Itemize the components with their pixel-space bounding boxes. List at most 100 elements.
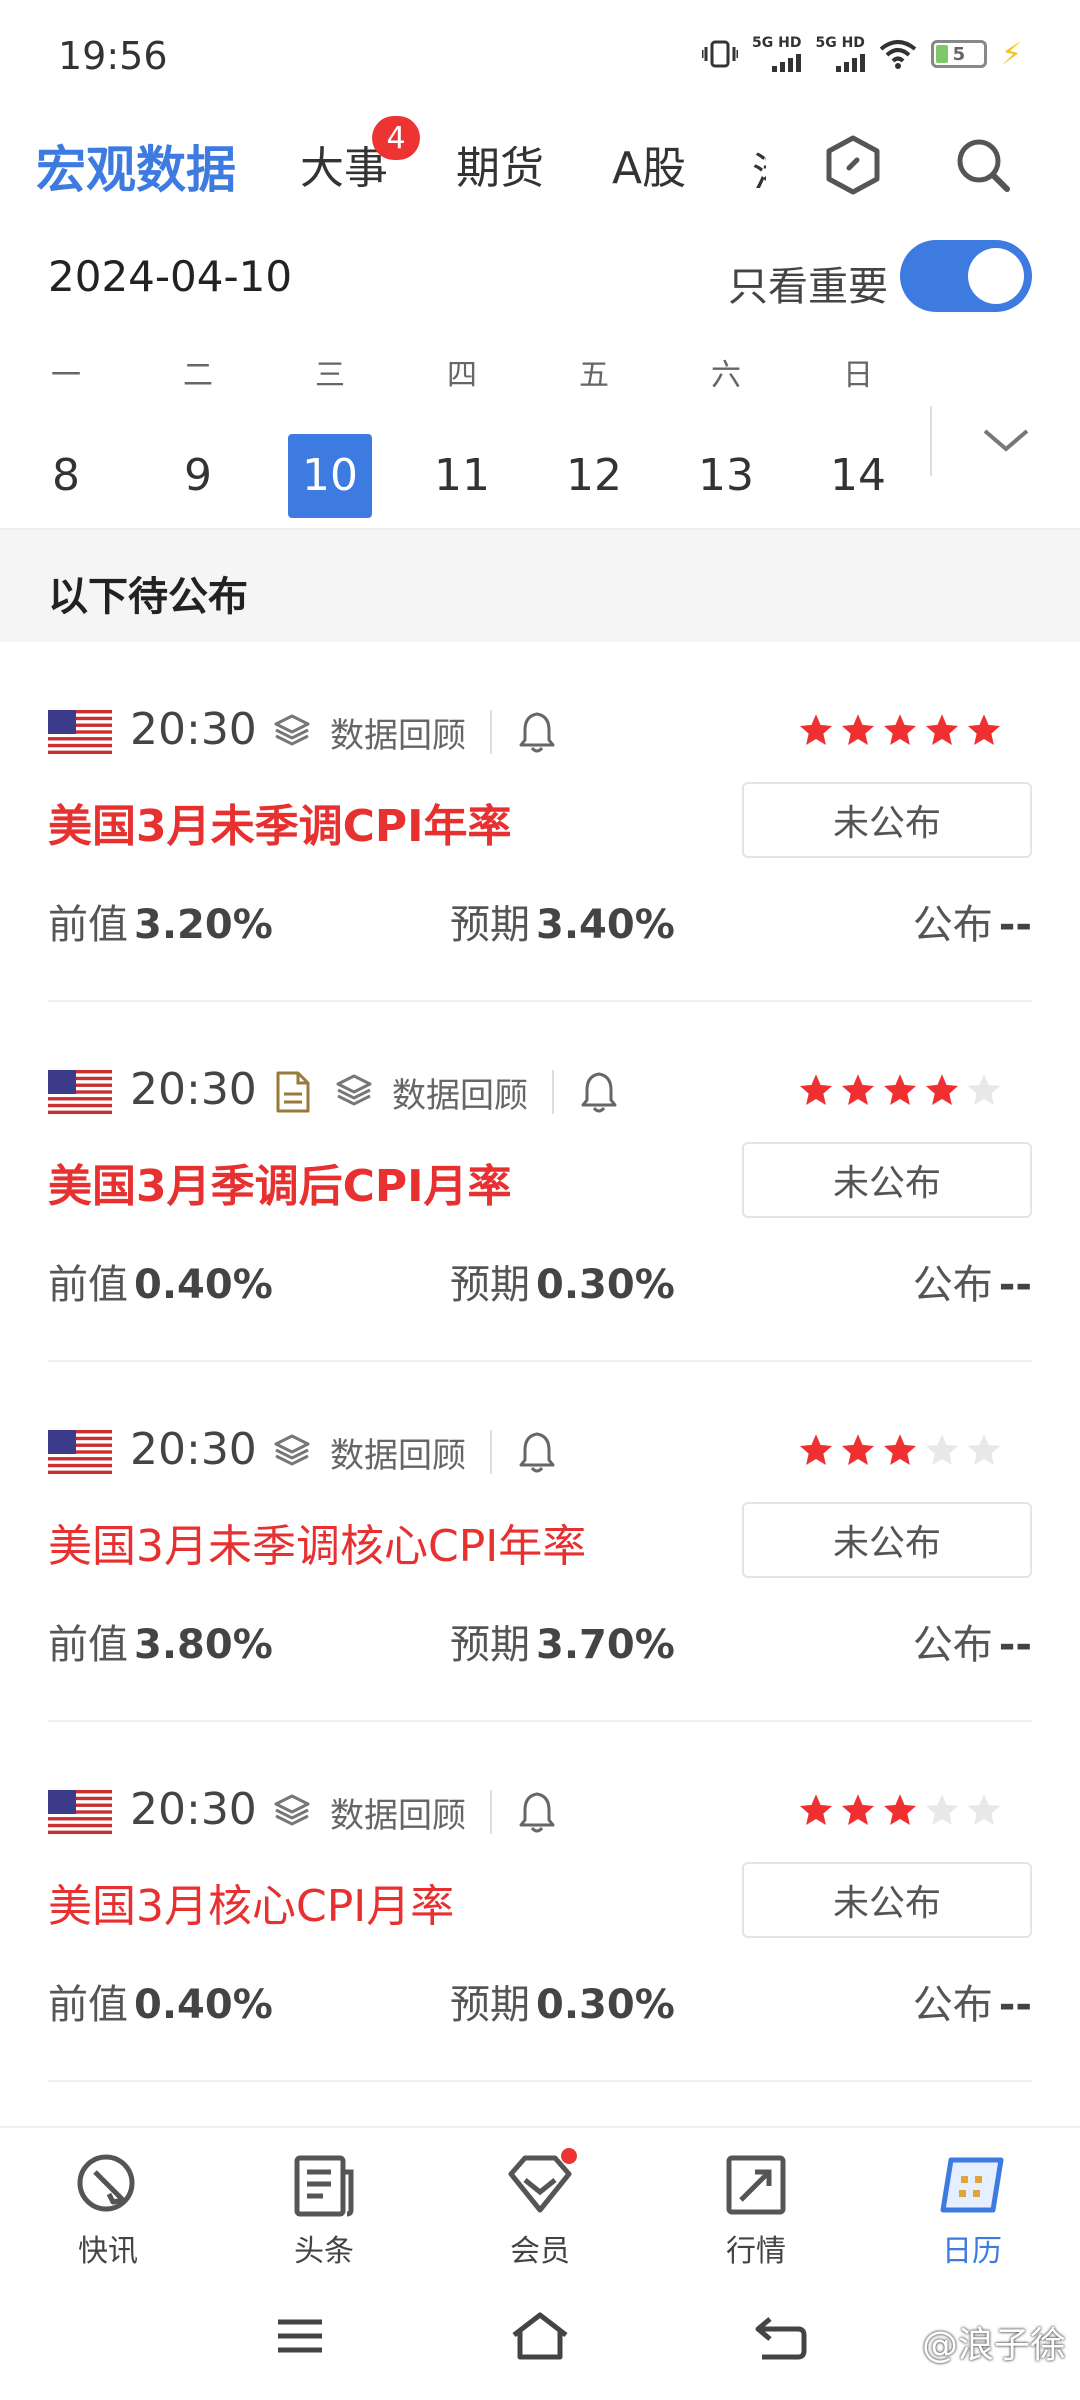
previous-label: 前值 — [48, 1262, 128, 1308]
data-review-button[interactable]: 数据回顾 — [272, 1430, 492, 1476]
calendar-day[interactable]: 五 12 — [552, 350, 636, 518]
nav-label: 头条 — [294, 2234, 354, 2269]
release-status-button[interactable]: 未公布 — [742, 782, 1032, 858]
bell-icon[interactable] — [518, 1430, 556, 1474]
bell-icon[interactable] — [580, 1070, 618, 1114]
star-filled-icon — [882, 712, 918, 748]
nav-headlines[interactable]: 头条 — [254, 2150, 394, 2270]
star-filled-icon — [924, 1072, 960, 1108]
layers-icon — [272, 712, 312, 752]
event-meta: 20:30 数据回顾 — [48, 704, 1032, 760]
tab-a-shares[interactable]: A股 — [612, 132, 686, 196]
event-title[interactable]: 美国3月核心CPI月率 — [48, 1870, 454, 1934]
star-empty-icon — [924, 1792, 960, 1828]
search-icon[interactable] — [948, 130, 1018, 200]
hexagon-icon[interactable] — [818, 130, 888, 200]
previous-value: 前值 0.40% — [48, 1252, 273, 1310]
nav-calendar[interactable]: 日历 — [902, 2150, 1042, 2270]
charging-icon: ⚡ — [1000, 36, 1022, 72]
date-bar: 2024-04-10 只看重要 — [0, 240, 1080, 320]
event-title[interactable]: 美国3月未季调核心CPI年率 — [48, 1510, 586, 1574]
current-date[interactable]: 2024-04-10 — [48, 252, 292, 301]
event-values: 前值 3.20% 预期 3.40% 公布 -- — [48, 892, 1032, 948]
section-header: 以下待公布 — [0, 530, 1080, 642]
forecast-value: 预期 0.30% — [450, 1252, 675, 1310]
star-filled-icon — [840, 1432, 876, 1468]
actual-number: -- — [998, 1262, 1032, 1308]
data-review-button[interactable]: 数据回顾 — [334, 1070, 554, 1116]
tab-clipped[interactable]: 港 — [752, 138, 766, 188]
event-meta: 20:30 数据回顾 — [48, 1064, 1032, 1120]
tab-label: 大事 — [300, 143, 388, 194]
data-review-button[interactable]: 数据回顾 — [272, 1790, 492, 1836]
week-calendar: 一 8 二 9 三 10 四 11 五 12 六 13 日 14 — [0, 350, 1080, 530]
event-meta: 20:30 数据回顾 — [48, 1784, 1032, 1840]
star-filled-icon — [798, 1072, 834, 1108]
calendar-day[interactable]: 二 9 — [156, 350, 240, 518]
event-item[interactable]: 20:30 数据回顾 美国3月未季调核心CPI年率 未公布 前值 3.80% 预期 3.70%… — [48, 1362, 1032, 1722]
event-title[interactable]: 美国3月未季调CPI年率 — [48, 790, 512, 854]
bell-icon[interactable] — [518, 710, 556, 754]
previous-label: 前值 — [48, 1622, 128, 1668]
tab-futures[interactable]: 期货 — [456, 132, 544, 196]
star-filled-icon — [882, 1432, 918, 1468]
star-filled-icon — [840, 1072, 876, 1108]
data-review-label: 数据回顾 — [330, 715, 466, 756]
day-number: 9 — [184, 450, 212, 501]
member-icon — [505, 2148, 577, 2220]
important-only-label: 只看重要 — [728, 264, 888, 310]
bottom-nav: 快讯 头条 会员 行情 日历 — [0, 2126, 1080, 2276]
release-status-button[interactable]: 未公布 — [742, 1502, 1032, 1578]
event-title[interactable]: 美国3月季调后CPI月率 — [48, 1150, 512, 1214]
nav-market[interactable]: 行情 — [686, 2150, 826, 2270]
calendar-day[interactable]: 六 13 — [684, 350, 768, 518]
document-icon[interactable] — [272, 1070, 312, 1114]
calendar-day[interactable]: 日 14 — [816, 350, 900, 518]
network-label: 5G HD — [815, 35, 865, 51]
market-icon — [721, 2150, 791, 2220]
chevron-down-icon[interactable] — [966, 410, 1046, 470]
release-status-button[interactable]: 未公布 — [742, 1862, 1032, 1938]
star-filled-icon — [798, 1792, 834, 1828]
tab-big-events[interactable]: 大事 4 — [300, 116, 420, 196]
previous-number: 3.80% — [134, 1622, 273, 1668]
bell-icon[interactable] — [518, 1790, 556, 1834]
event-tools: 数据回顾 — [272, 1790, 556, 1836]
calendar-day-selected[interactable]: 三 10 — [288, 350, 372, 518]
forecast-value: 预期 3.70% — [450, 1612, 675, 1670]
calendar-day[interactable]: 四 11 — [420, 350, 504, 518]
importance-stars — [798, 1072, 1002, 1108]
us-flag-icon — [48, 710, 112, 754]
data-review-button[interactable]: 数据回顾 — [272, 710, 492, 756]
important-only-toggle[interactable] — [900, 240, 1032, 312]
home-icon[interactable] — [505, 2306, 575, 2366]
actual-label: 公布 — [912, 1262, 993, 1308]
weekday-label: 日 — [843, 358, 873, 393]
menu-icon[interactable] — [265, 2306, 335, 2366]
event-tools: 数据回顾 — [272, 1430, 556, 1476]
nav-flash-news[interactable]: 快讯 — [38, 2150, 178, 2270]
actual-value: 公布 -- — [913, 1612, 1032, 1670]
forecast-label: 预期 — [450, 1262, 530, 1308]
forecast-number: 3.70% — [536, 1622, 675, 1668]
calendar-day[interactable]: 一 8 — [24, 350, 108, 518]
tab-macro-data[interactable]: 宏观数据 — [36, 130, 236, 202]
battery-icon: 5 — [930, 40, 987, 68]
nav-label: 日历 — [942, 2234, 1002, 2269]
day-number: 8 — [52, 450, 80, 501]
star-filled-icon — [798, 712, 834, 748]
release-status-button[interactable]: 未公布 — [742, 1142, 1032, 1218]
nav-label: 行情 — [726, 2234, 786, 2269]
event-item[interactable]: 20:30 数据回顾 美国3月核心CPI月率 未公布 前值 0.40% 预期 0.30% 公布 -… — [48, 1722, 1032, 2082]
network-label: 5G HD — [752, 35, 802, 51]
event-item[interactable]: 20:30 数据回顾美国3月季调后CPI月率 未公布前值 0.40% 预期 0.30% 公布… — [48, 1002, 1032, 1362]
event-values: 前值 3.80% 预期 3.70% 公布 -- — [48, 1612, 1032, 1668]
event-item[interactable]: 20:30 数据回顾美国3月未季调CPI年率 未公布前值 3.20% 预期 3.40% 公布… — [48, 642, 1032, 1002]
status-time: 19:56 — [58, 34, 168, 78]
event-time: 20:30 — [130, 704, 257, 755]
top-nav: 宏观数据 大事 4 期货 A股 港 — [0, 110, 1080, 220]
headline-icon — [289, 2150, 359, 2220]
actual-number: -- — [998, 902, 1032, 948]
nav-member[interactable]: 会员 — [470, 2148, 610, 2270]
back-icon[interactable] — [745, 2306, 815, 2366]
